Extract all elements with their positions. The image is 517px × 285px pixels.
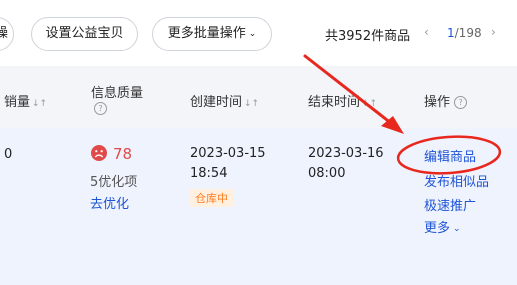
header-actions: 操作 ? <box>424 91 468 110</box>
sales-value: 0 <box>4 147 13 162</box>
header-quality-label: 信息质量 <box>91 86 144 101</box>
created-time: 18:54 <box>190 166 228 181</box>
publish-similar-link[interactable]: 发布相似品 <box>424 171 489 190</box>
table-header: 销量 ↓↑ 信息质量 ? 创建时间 ↓↑ 结束时间 ↓↑ 操作 ? <box>0 66 517 128</box>
status-badge: 仓库中 <box>190 189 233 207</box>
current-page: 1 <box>447 26 455 40</box>
more-batch-actions-button[interactable]: 更多批量操作 ⌄ <box>152 17 272 51</box>
header-end-label: 结束时间 <box>308 95 361 110</box>
more-actions-dropdown[interactable]: 更多 ⌄ <box>424 217 461 236</box>
header-actions-label: 操作 <box>424 95 451 110</box>
total-items-count: 共3952件商品 <box>325 29 411 44</box>
created-date: 2023-03-15 <box>190 146 266 161</box>
header-end[interactable]: 结束时间 ↓↑ <box>308 91 377 110</box>
chevron-down-icon: ⌄ <box>453 224 461 234</box>
page-indicator: 1/198 <box>447 26 482 40</box>
help-icon[interactable]: ? <box>454 96 468 109</box>
more-batch-actions-label: 更多批量操作 <box>167 26 246 41</box>
partial-toolbar-button[interactable]: 操 <box>0 17 14 51</box>
optimize-count: 5优化项 <box>90 175 138 190</box>
sort-icon[interactable]: ↓↑ <box>32 99 47 109</box>
header-sales[interactable]: 销量 ↓↑ <box>4 91 47 110</box>
sort-icon[interactable]: ↓↑ <box>362 99 377 109</box>
more-actions-label: 更多 <box>424 221 451 236</box>
sad-face-icon <box>91 145 107 161</box>
quick-promote-link[interactable]: 极速推广 <box>424 195 476 214</box>
end-time: 08:00 <box>308 166 346 181</box>
chevron-left-icon[interactable]: ‹ <box>424 25 429 39</box>
chevron-down-icon: ⌄ <box>248 29 257 39</box>
total-pages: /198 <box>454 26 482 40</box>
edit-item-link[interactable]: 编辑商品 <box>424 146 476 165</box>
header-created-label: 创建时间 <box>190 95 243 110</box>
optimize-link[interactable]: 去优化 <box>90 193 129 212</box>
header-created[interactable]: 创建时间 ↓↑ <box>190 91 259 110</box>
header-quality: 信息质量 <box>91 82 143 101</box>
end-date: 2023-03-16 <box>308 146 384 161</box>
quality-score: 78 <box>91 145 132 163</box>
quality-score-value: 78 <box>113 145 133 163</box>
set-charity-item-button[interactable]: 设置公益宝贝 <box>31 17 138 51</box>
sort-icon[interactable]: ↓↑ <box>244 99 259 109</box>
toolbar: 操 设置公益宝贝 更多批量操作⌄ 共3952件商品 ‹ 1/198 › <box>0 0 517 66</box>
header-sales-label: 销量 <box>4 95 31 110</box>
help-icon[interactable]: ? <box>94 101 107 116</box>
chevron-right-icon[interactable]: › <box>491 25 496 39</box>
